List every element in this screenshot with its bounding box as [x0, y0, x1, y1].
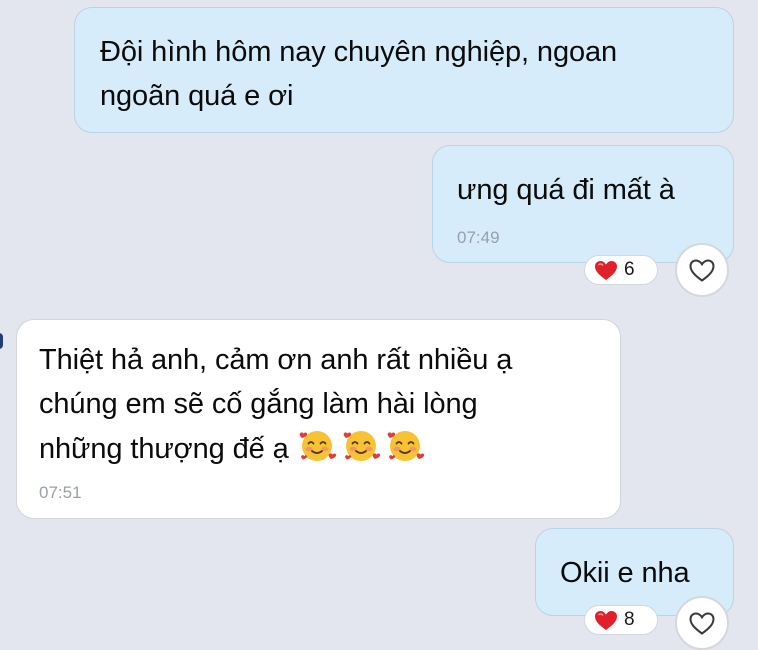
heart-outline-icon: [689, 258, 715, 282]
heart-outline-icon: [689, 611, 715, 635]
message-bubble-sent[interactable]: Đội hình hôm nay chuyên nghiệp, ngoan ng…: [74, 7, 734, 133]
red-heart-emoji: [594, 260, 618, 281]
message-text: Okii e nha: [560, 557, 690, 589]
message-timestamp: 07:49: [457, 228, 500, 247]
smiling-face-with-hearts-emoji: [343, 431, 380, 461]
smiling-face-with-hearts-emoji: [299, 431, 336, 461]
message-text: Đội hình hôm nay chuyên nghiệp, ngoan ng…: [100, 36, 618, 112]
reaction-summary[interactable]: 6: [584, 255, 658, 285]
react-button[interactable]: [675, 243, 729, 297]
message-text: ưng quá đi mất à: [457, 174, 675, 206]
message-text-body: Thiệt hả anh, cảm ơn anh rất nhiều ạ chú…: [39, 344, 513, 465]
message-timestamp: 07:51: [39, 483, 82, 502]
react-button[interactable]: [675, 596, 729, 650]
reaction-count: 6: [624, 259, 635, 280]
avatar-edge: [0, 333, 3, 349]
emoji-group: [297, 431, 429, 465]
message-bubble-received[interactable]: Thiệt hả anh, cảm ơn anh rất nhiều ạ chú…: [16, 319, 621, 519]
message-text: Thiệt hả anh, cảm ơn anh rất nhiều ạ chú…: [39, 338, 512, 471]
smiling-face-with-hearts-emoji: [387, 431, 424, 461]
red-heart-emoji: [594, 610, 618, 631]
reaction-summary[interactable]: 8: [584, 605, 658, 635]
reaction-count: 8: [624, 609, 635, 630]
